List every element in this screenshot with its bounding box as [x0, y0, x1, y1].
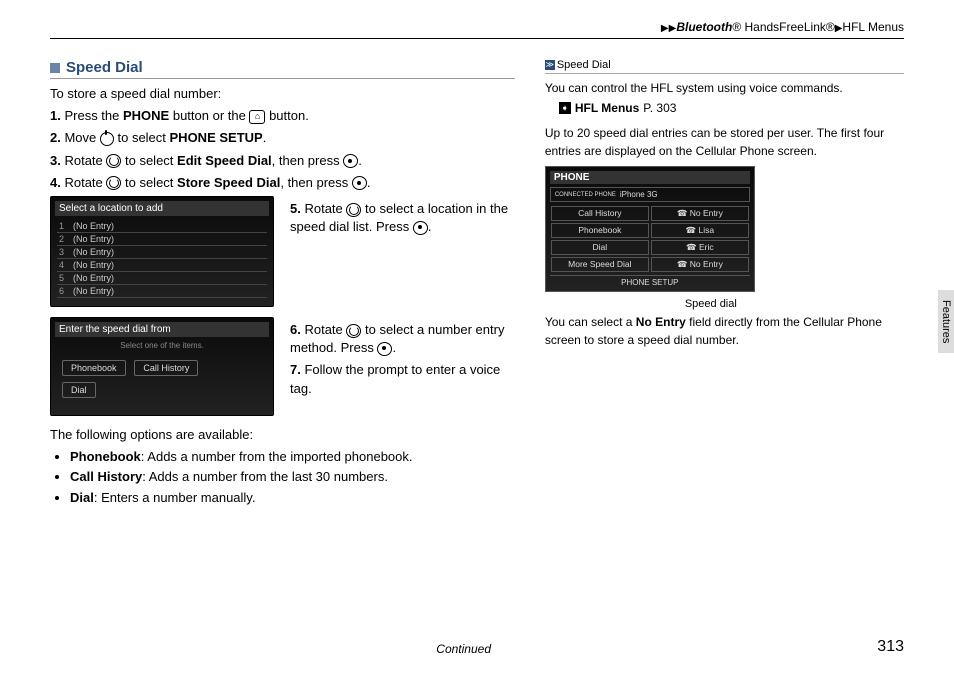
options-list: Phonebook: Adds a number from the import… — [50, 448, 515, 507]
push-icon — [343, 154, 358, 168]
cross-ref-link: ➧ HFL Menus P. 303 — [559, 101, 904, 115]
push-icon — [377, 342, 392, 356]
rotate-icon — [346, 324, 361, 338]
step-5: 5. Rotate to select a location in the sp… — [290, 200, 515, 236]
sidebar-title: ≫Speed Dial — [545, 59, 904, 74]
intro-text: To store a speed dial number: — [50, 85, 515, 103]
continued-label: Continued — [50, 642, 877, 656]
rotate-icon — [346, 203, 361, 217]
chapter-tab: Features — [938, 290, 954, 353]
screenshot-phone-menu: PHONE CONNECTED PHONE iPhone 3G Call His… — [545, 166, 755, 292]
joystick-icon — [100, 132, 114, 146]
callout-label: Speed dial — [545, 298, 737, 310]
sidebar-content: ≫Speed Dial You can control the HFL syst… — [545, 59, 904, 509]
step-6: 6. Rotate to select a number entry metho… — [290, 321, 515, 357]
link-icon: ➧ — [559, 102, 571, 114]
rotate-icon — [106, 154, 121, 168]
pickup-icon: ⌂ — [249, 110, 265, 124]
push-icon — [352, 176, 367, 190]
screenshot-entry-method: Enter the speed dial from Select one of … — [50, 317, 274, 416]
main-content: Speed Dial To store a speed dial number:… — [50, 59, 515, 509]
breadcrumb: ▶▶Bluetooth® HandsFreeLink®▶HFL Menus — [50, 20, 904, 39]
step-7: 7. Follow the prompt to enter a voice ta… — [290, 361, 515, 397]
step-4: 4. Rotate to select Store Speed Dial, th… — [50, 174, 515, 192]
rotate-icon — [106, 176, 121, 190]
push-icon — [413, 221, 428, 235]
sidebar-p3: You can select a No Entry field directly… — [545, 314, 904, 349]
step-3: 3. Rotate to select Edit Speed Dial, the… — [50, 152, 515, 170]
sidebar-p1: You can control the HFL system using voi… — [545, 80, 904, 97]
options-intro: The following options are available: — [50, 426, 515, 444]
page-number: 313 — [877, 638, 904, 656]
section-title: Speed Dial — [50, 59, 515, 79]
step-1: 1. Press the PHONE button or the ⌂ butto… — [50, 107, 515, 125]
screenshot-select-location: Select a location to add 1(No Entry) 2(N… — [50, 196, 274, 307]
step-2: 2. Move to select PHONE SETUP. — [50, 129, 515, 147]
sidebar-p2: Up to 20 speed dial entries can be store… — [545, 125, 904, 160]
